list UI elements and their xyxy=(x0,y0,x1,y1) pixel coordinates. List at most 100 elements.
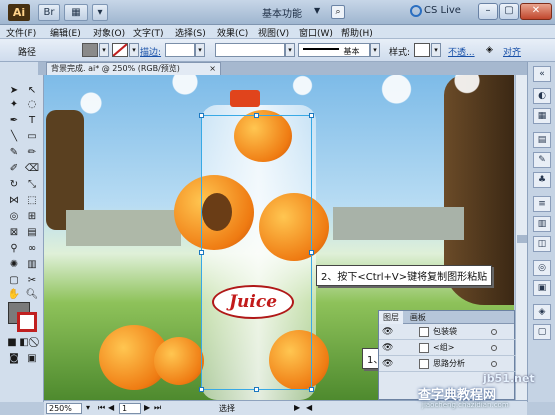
fill-swatch[interactable] xyxy=(82,43,98,57)
menu-file[interactable]: 文件(F) xyxy=(6,26,36,39)
eye-icon[interactable]: 👁︎ xyxy=(382,342,394,354)
zoom-field[interactable]: 250% xyxy=(46,403,82,414)
transform-handle[interactable] xyxy=(199,387,204,392)
appearance-panel-icon[interactable]: ◎ xyxy=(533,260,551,276)
zoom-tool-icon[interactable]: 🔍︎ xyxy=(24,288,40,301)
lasso-tool-icon[interactable]: ◌ xyxy=(24,98,40,111)
stroke-weight-dropdown[interactable]: ▾ xyxy=(195,43,205,57)
selection-bounding-box[interactable] xyxy=(201,115,312,390)
target-icon[interactable] xyxy=(491,345,497,351)
eyedropper-tool-icon[interactable]: ⚲ xyxy=(6,242,22,255)
direct-selection-tool-icon[interactable]: ↖ xyxy=(24,84,40,97)
screen-mode-icon[interactable]: ▣ xyxy=(24,352,40,365)
menu-edit[interactable]: 编辑(E) xyxy=(50,26,81,39)
chevron-down-icon[interactable]: ▼ xyxy=(314,6,320,15)
pen-tool-icon[interactable]: ✒ xyxy=(6,114,22,127)
eye-icon[interactable]: 👁︎ xyxy=(382,326,394,338)
stroke-color-swatch[interactable] xyxy=(17,312,37,332)
layer-row[interactable]: 👁︎ 包装袋 xyxy=(379,325,516,340)
brush-definition[interactable]: 基本 xyxy=(298,43,370,57)
draw-mode-icon[interactable]: ◙ xyxy=(6,352,22,365)
hand-tool-icon[interactable]: ✋ xyxy=(6,288,22,301)
eye-icon[interactable]: 👁︎ xyxy=(382,358,394,370)
perspective-grid-tool-icon[interactable]: ⊞ xyxy=(24,210,40,223)
minimize-button[interactable]: – xyxy=(478,3,498,20)
brush-dropdown[interactable]: ▾ xyxy=(370,43,380,57)
rectangle-tool-icon[interactable]: ▭ xyxy=(24,130,40,143)
graphic-style-swatch[interactable] xyxy=(414,43,430,57)
transform-handle[interactable] xyxy=(199,250,204,255)
tab-artboards[interactable]: 画板 xyxy=(406,311,430,324)
transform-handle[interactable] xyxy=(254,387,259,392)
transform-handle[interactable] xyxy=(199,113,204,118)
free-transform-tool-icon[interactable]: ⬚ xyxy=(24,194,40,207)
transform-handle[interactable] xyxy=(309,250,314,255)
transparency-panel-icon[interactable]: ◫ xyxy=(533,236,551,252)
gradient-tool-icon[interactable]: ▤ xyxy=(24,226,40,239)
blob-brush-tool-icon[interactable]: ✐ xyxy=(6,162,22,175)
last-artboard-icon[interactable]: ⏭ xyxy=(154,403,161,413)
close-button[interactable]: ✕ xyxy=(520,3,552,20)
menu-help[interactable]: 帮助(H) xyxy=(341,26,373,39)
transform-handle[interactable] xyxy=(309,387,314,392)
maximize-button[interactable]: ▢ xyxy=(499,3,519,20)
eraser-tool-icon[interactable]: ⌫ xyxy=(24,162,40,175)
scrollbar-thumb[interactable] xyxy=(517,235,527,243)
menu-effect[interactable]: 效果(C) xyxy=(217,26,248,39)
stroke-weight-field[interactable] xyxy=(165,43,195,57)
opacity-link[interactable]: 不透... xyxy=(448,45,475,58)
column-graph-tool-icon[interactable]: ▥ xyxy=(24,258,40,271)
bridge-button[interactable]: Br xyxy=(38,4,60,21)
stroke-swatch[interactable] xyxy=(112,43,128,57)
target-icon[interactable] xyxy=(491,361,497,367)
layers-panel-icon[interactable]: ◈ xyxy=(533,304,551,320)
graphic-style-dropdown[interactable]: ▾ xyxy=(431,43,441,57)
none-mode-icon[interactable]: ⃠ xyxy=(28,336,44,349)
transform-handle[interactable] xyxy=(309,113,314,118)
symbol-sprayer-tool-icon[interactable]: ✺ xyxy=(6,258,22,271)
menu-select[interactable]: 选择(S) xyxy=(175,26,206,39)
mesh-tool-icon[interactable]: ⊠ xyxy=(6,226,22,239)
menu-type[interactable]: 文字(T) xyxy=(133,26,164,39)
stroke-panel-icon[interactable]: ≡ xyxy=(533,196,551,212)
profile-dropdown[interactable]: ▾ xyxy=(285,43,295,57)
vertical-scrollbar[interactable] xyxy=(515,75,527,400)
selection-tool-icon[interactable]: ➤ xyxy=(6,84,22,97)
line-tool-icon[interactable]: ╲ xyxy=(6,130,22,143)
shape-builder-tool-icon[interactable]: ◎ xyxy=(6,210,22,223)
search-icon[interactable]: ⌕ xyxy=(331,5,345,19)
scale-tool-icon[interactable]: ⤡ xyxy=(24,178,40,191)
chevron-down-icon[interactable]: ▾ xyxy=(86,403,90,412)
menu-view[interactable]: 视图(V) xyxy=(258,26,289,39)
variable-width-profile[interactable] xyxy=(215,43,285,57)
first-artboard-icon[interactable]: ⏮ xyxy=(98,403,105,413)
blend-tool-icon[interactable]: ∞ xyxy=(24,242,40,255)
artboards-panel-icon[interactable]: ▢ xyxy=(533,324,551,340)
swatches-panel-icon[interactable]: ▤ xyxy=(533,132,551,148)
artboard-tool-icon[interactable]: ▢ xyxy=(6,274,22,287)
status-menu-arrow-icon[interactable]: ▶ xyxy=(294,403,300,412)
gradient-panel-icon[interactable]: ▥ xyxy=(533,216,551,232)
artboard-number-field[interactable]: 1 xyxy=(119,403,141,414)
rotate-tool-icon[interactable]: ↻ xyxy=(6,178,22,191)
target-icon[interactable] xyxy=(491,329,497,335)
color-guide-icon[interactable]: ▦ xyxy=(533,108,551,124)
workspace-switcher[interactable]: 基本功能 xyxy=(262,5,302,20)
cs-live-button[interactable]: CS Live xyxy=(424,5,461,16)
tab-layers[interactable]: 图层 xyxy=(379,311,403,324)
transform-handle[interactable] xyxy=(254,113,259,118)
stroke-link[interactable]: 描边: xyxy=(140,45,161,58)
magic-wand-tool-icon[interactable]: ✦ xyxy=(6,98,22,111)
type-tool-icon[interactable]: T xyxy=(24,114,40,127)
color-panel-icon[interactable]: ◐ xyxy=(533,88,551,104)
width-tool-icon[interactable]: ⋈ xyxy=(6,194,22,207)
scroll-left-icon[interactable]: ◀ xyxy=(306,403,312,412)
pencil-tool-icon[interactable]: ✏ xyxy=(24,146,40,159)
align-link[interactable]: 对齐 xyxy=(503,45,521,58)
brushes-panel-icon[interactable]: ✎ xyxy=(533,152,551,168)
layer-row[interactable]: 👁︎ <组> xyxy=(379,341,516,356)
stroke-dropdown[interactable]: ▾ xyxy=(129,43,139,57)
layer-row[interactable]: 👁︎ 思路分析 xyxy=(379,357,516,372)
previous-artboard-icon[interactable]: ◀ xyxy=(108,403,114,412)
slice-tool-icon[interactable]: ✂ xyxy=(24,274,40,287)
